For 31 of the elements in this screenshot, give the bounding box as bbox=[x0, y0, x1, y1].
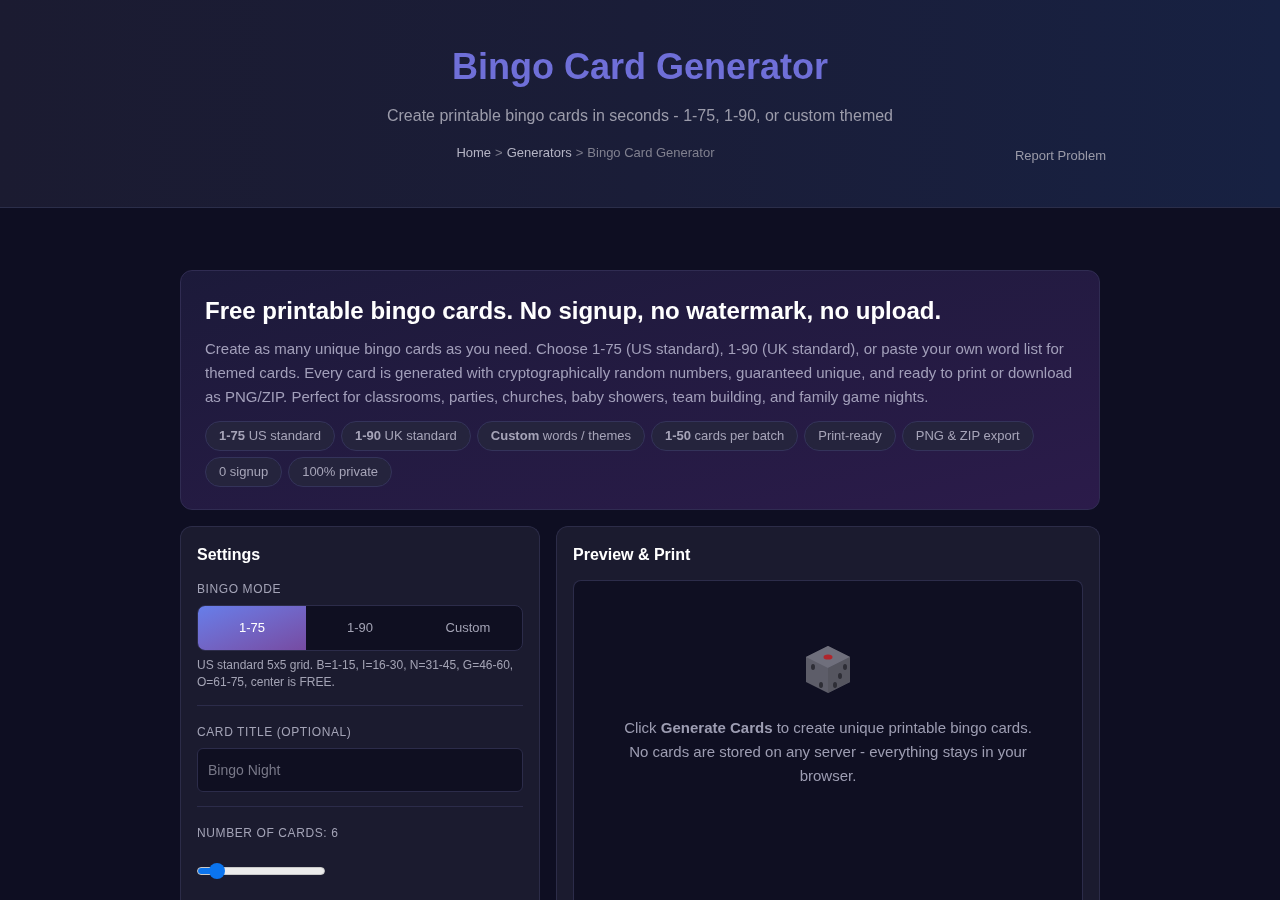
breadcrumb-link[interactable]: Home bbox=[456, 144, 492, 162]
feature-tag: 1-90 UK standard bbox=[340, 421, 471, 451]
mode-description: US standard 5x5 grid. B=1-15, I=16-30, N=31-45, G=46-60, O=61-75, center is FREE. bbox=[197, 657, 515, 691]
page-subtitle: Create printable bingo cards in seconds - 1-75, 1-90, or custom themed bbox=[386, 106, 893, 126]
preview-title: Preview & Print bbox=[573, 545, 692, 565]
mode-tab[interactable]: Custom bbox=[414, 606, 522, 650]
settings-title: Settings bbox=[197, 545, 262, 565]
feature-tag: PNG & ZIP export bbox=[901, 421, 1034, 451]
feature-tag: Print-ready bbox=[804, 421, 896, 451]
breadcrumb-separator: > bbox=[495, 144, 503, 162]
card-title-label: CARD TITLE (OPTIONAL) bbox=[197, 724, 353, 740]
number-of-cards-label: NUMBER OF CARDS: 6 bbox=[197, 825, 340, 841]
breadcrumb-separator: > bbox=[575, 144, 584, 162]
intro-text: Create as many unique bingo cards as you need. Choose 1-75 (US standard), 1-90 (UK standard), or paste your own word list for themed cards. Every card is generated with cryptographically random numbers, guaranteed unique, and ready to print or download as PNG/ZIP. Perfect for classrooms, parties, churches, baby showers, team building, and family game nights. bbox=[205, 339, 1074, 407]
bingo-mode-label: BINGO MODE bbox=[197, 581, 282, 597]
mode-tab[interactable]: 1-90 bbox=[306, 606, 414, 650]
breadcrumb-current: Bingo Card Generator bbox=[587, 144, 715, 162]
breadcrumb-link[interactable]: Generators bbox=[506, 144, 572, 162]
feature-tag: Custom words / themes bbox=[476, 421, 645, 451]
feature-tag: 1-75 US standard bbox=[205, 421, 335, 451]
card-title-input[interactable]: Bingo Night bbox=[197, 748, 523, 792]
page-title: Bingo Card Generator bbox=[451, 45, 829, 89]
feature-tag: 0 signup bbox=[205, 457, 283, 487]
feature-tag: 1-50 cards per batch bbox=[650, 421, 799, 451]
report-problem-link[interactable]: Report Problem bbox=[1014, 147, 1106, 165]
slider-thumb[interactable] bbox=[209, 863, 225, 879]
mode-tab[interactable]: 1-75 bbox=[198, 606, 306, 650]
empty-state-message: Click Generate Cards to create unique printable bingo cards. No cards are stored on any server - everything stays in your browser. bbox=[623, 718, 1033, 786]
intro-heading: Free printable bingo cards. No signup, no watermark, no upload. bbox=[205, 296, 943, 326]
dice-icon bbox=[803, 644, 853, 694]
feature-tag: 100% private bbox=[288, 457, 393, 487]
